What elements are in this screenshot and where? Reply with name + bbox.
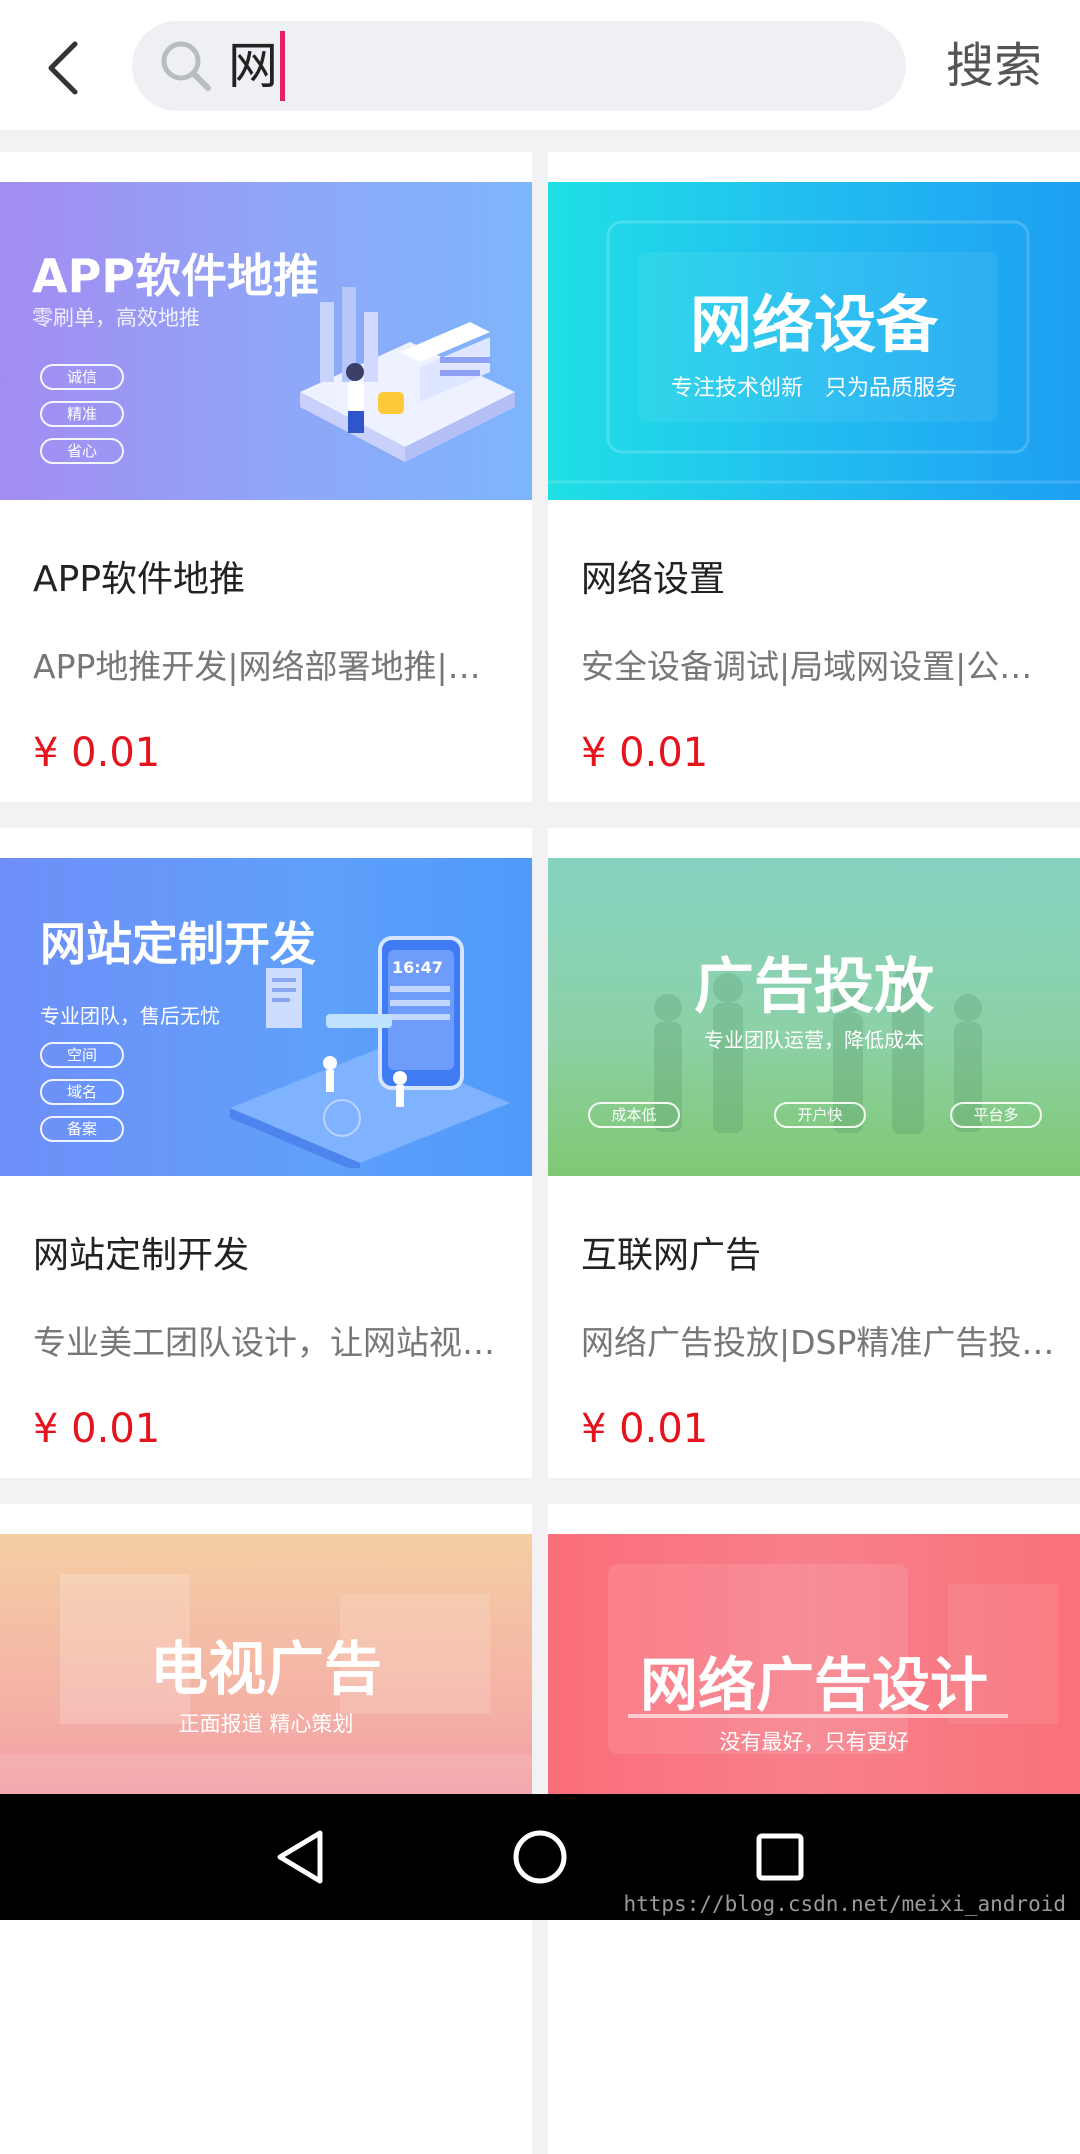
banner-tag: 精准	[40, 401, 124, 427]
product-price: ¥ 0.01	[581, 1406, 709, 1452]
banner-tag: 成本低	[588, 1102, 680, 1128]
banner-tag: 域名	[40, 1079, 124, 1105]
product-title: 互联网广告	[581, 1235, 762, 1276]
product-card[interactable]: 网站定制开发 专业团队，售后无忧 空间 域名 备案 16:47 网站定制开发 专…	[0, 828, 532, 1478]
search-header: 网 搜索	[0, 0, 1080, 130]
product-price: ¥ 0.01	[581, 730, 709, 776]
banner-subtitle: 专业团队，售后无忧	[40, 1004, 220, 1028]
back-button[interactable]	[20, 25, 106, 111]
product-banner-image: 广告投放 专业团队运营，降低成本 成本低 开户快 平台多	[548, 858, 1080, 1176]
search-input[interactable]: 网	[228, 21, 285, 111]
banner-title: 广告投放	[694, 952, 934, 1022]
search-submit-button[interactable]: 搜索	[946, 21, 1042, 111]
banner-title: 网络设备	[689, 288, 938, 361]
triangle-back-icon	[277, 1830, 323, 1884]
banner-subtitle: 零刷单，高效地推	[32, 306, 200, 330]
search-box[interactable]: 网	[132, 21, 906, 111]
product-description: 安全设备调试|局域网设置|公…	[581, 647, 1033, 686]
product-banner-image: APP软件地推 零刷单，高效地推 诚信 精准 省心	[0, 182, 532, 500]
product-card[interactable]: 网络设备 专注技术创新 只为品质服务 网络设置 安全设备调试|局域网设置|公… …	[548, 152, 1080, 802]
banner-title: APP软件地推	[32, 249, 320, 303]
banner-subtitle: 正面报道 精心策划	[178, 1712, 354, 1736]
banner-title: 网络广告设计	[639, 1651, 988, 1719]
square-recents-icon	[756, 1833, 804, 1881]
phone-clock-text: 16:47	[392, 958, 443, 977]
chevron-left-icon	[48, 41, 78, 95]
search-query-text: 网	[228, 37, 278, 95]
circle-home-icon	[513, 1830, 567, 1884]
product-card[interactable]: APP软件地推 零刷单，高效地推 诚信 精准 省心 APP软件地推 APP地推开…	[0, 152, 532, 802]
product-description: 网络广告投放|DSP精准广告投…	[581, 1323, 1055, 1362]
system-navigation-bar: https://blog.csdn.net/meixi_android	[0, 1794, 1080, 1920]
search-icon	[158, 38, 214, 94]
product-row: APP软件地推 零刷单，高效地推 诚信 精准 省心 APP软件地推 APP地推开…	[0, 152, 1080, 802]
product-card[interactable]: 广告投放 专业团队运营，降低成本 成本低 开户快 平台多 互联网广告 网络广告投…	[548, 828, 1080, 1478]
banner-tag: 备案	[40, 1116, 124, 1142]
banner-subtitle: 没有最好，只有更好	[719, 1730, 909, 1754]
banner-tag: 省心	[40, 438, 124, 464]
banner-title: 电视广告	[149, 1635, 382, 1703]
isometric-phone-illustration	[230, 936, 510, 1168]
product-description: 专业美工团队设计，让网站视…	[33, 1323, 495, 1362]
product-banner-image: 网站定制开发 专业团队，售后无忧 空间 域名 备案 16:47	[0, 858, 532, 1176]
product-title: 网络设置	[581, 559, 726, 600]
product-title: APP软件地推	[33, 559, 246, 600]
nav-back-button[interactable]	[265, 1822, 335, 1892]
banner-subtitle: 专注技术创新 只为品质服务	[670, 376, 957, 401]
banner-tag: 平台多	[950, 1102, 1042, 1128]
isometric-office-illustration	[300, 287, 515, 462]
banner-tag: 空间	[40, 1042, 124, 1068]
product-price: ¥ 0.01	[33, 1406, 161, 1452]
product-title: 网站定制开发	[33, 1235, 250, 1276]
product-row: 网站定制开发 专业团队，售后无忧 空间 域名 备案 16:47 网站定制开发 专…	[0, 828, 1080, 1478]
product-banner-image: 网络设备 专注技术创新 只为品质服务	[548, 182, 1080, 500]
nav-home-button[interactable]	[505, 1822, 575, 1892]
watermark-text: https://blog.csdn.net/meixi_android	[623, 1892, 1066, 1916]
banner-subtitle: 专业团队运营，降低成本	[704, 1028, 924, 1052]
product-price: ¥ 0.01	[33, 730, 161, 776]
nav-recents-button[interactable]	[745, 1822, 815, 1892]
product-description: APP地推开发|网络部署地推|…	[33, 647, 481, 686]
banner-tag: 诚信	[40, 364, 124, 390]
banner-tag: 开户快	[774, 1102, 866, 1128]
text-cursor	[280, 31, 285, 101]
